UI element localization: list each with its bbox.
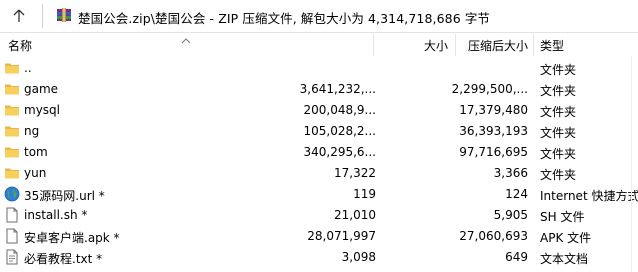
file-packed-size: 2,299,500,... [451,82,528,96]
file-type: 文件夹 [540,105,577,119]
sort-ascending-icon [181,33,191,44]
list-item[interactable]: .. 文件夹 [0,58,638,79]
list-item[interactable]: 安卓客户端.apk * 28,071,997 27,060,693 APK 文件 [0,226,638,247]
column-header-size[interactable]: 大小 [424,37,448,54]
file-packed-size: 124 [505,187,528,201]
file-packed-size: 17,379,480 [459,103,528,117]
file-size: 17,322 [334,166,376,180]
file-packed-size: 3,366 [493,166,528,180]
folder-icon [4,60,20,76]
file-type: APK 文件 [540,231,592,245]
file-type: 文本文档 [540,252,589,266]
file-name: 安卓客户端.apk * [24,231,120,245]
file-name: install.sh * [24,208,88,222]
text-file-icon [4,249,20,265]
file-icon [4,228,20,244]
address-bar: 楚国公会.zip\楚国公会 - ZIP 压缩文件, 解包大小为 4,314,71… [0,0,638,33]
folder-icon [4,165,20,181]
list-item[interactable]: game 3,641,232,... 2,299,500,... 文件夹 [0,79,638,100]
file-type: 文件夹 [540,168,577,182]
file-name: mysql [24,103,60,117]
column-divider[interactable] [373,34,374,56]
file-size: 119 [353,187,376,201]
file-size: 340,295,6... [303,145,376,159]
file-size: 21,010 [334,208,376,222]
file-name: 35源码网.url * [24,189,105,203]
column-divider[interactable] [533,34,534,56]
list-item[interactable]: install.sh * 21,010 5,905 SH 文件 [0,205,638,226]
scrollbar-track[interactable] [631,56,632,272]
column-header-name[interactable]: 名称 [8,37,32,54]
file-type: 文件夹 [540,84,577,98]
file-packed-size: 36,393,193 [459,124,528,138]
column-header: 名称 大小 压缩后大小 类型 [0,34,638,56]
file-name: game [24,82,59,96]
file-packed-size: 5,905 [493,208,528,222]
file-type: 文件夹 [540,126,577,140]
list-item[interactable]: ng 105,028,2... 36,393,193 文件夹 [0,121,638,142]
file-name: 必看教程.txt * [24,252,103,266]
folder-icon [4,102,20,118]
file-icon [4,207,20,223]
file-type: 文件夹 [540,147,577,161]
archive-path[interactable]: 楚国公会.zip\楚国公会 - ZIP 压缩文件, 解包大小为 4,314,71… [78,8,490,27]
file-packed-size: 27,060,693 [459,229,528,243]
file-name: tom [24,145,48,159]
list-item[interactable]: 35源码网.url * 119 124 Internet 快捷方式 [0,184,638,205]
file-name: .. [24,61,32,75]
column-divider[interactable] [455,34,456,56]
folder-icon [4,81,20,97]
list-item[interactable]: tom 340,295,6... 97,716,695 文件夹 [0,142,638,163]
file-type: 文件夹 [540,63,577,77]
file-packed-size: 649 [505,250,528,264]
column-header-packed[interactable]: 压缩后大小 [468,37,528,54]
file-name: ng [24,124,40,138]
list-item[interactable]: 必看教程.txt * 3,098 649 文本文档 [0,247,638,268]
list-item[interactable]: yun 17,322 3,366 文件夹 [0,163,638,184]
toolbar-divider [42,4,43,28]
file-name: yun [24,166,47,180]
file-size: 105,028,2... [303,124,376,138]
file-size: 200,048,9... [303,103,376,117]
folder-icon [4,123,20,139]
file-type: SH 文件 [540,210,585,224]
winrar-archive-icon [56,7,72,23]
up-arrow-icon[interactable] [8,7,30,25]
file-packed-size: 97,716,695 [459,145,528,159]
file-size: 28,071,997 [307,229,376,243]
file-type: Internet 快捷方式 [540,189,638,203]
folder-icon [4,144,20,160]
file-size: 3,641,232,... [299,82,376,96]
globe-icon [4,186,20,202]
list-item[interactable]: mysql 200,048,9... 17,379,480 文件夹 [0,100,638,121]
column-header-type[interactable]: 类型 [540,37,564,54]
file-size: 3,098 [341,250,376,264]
